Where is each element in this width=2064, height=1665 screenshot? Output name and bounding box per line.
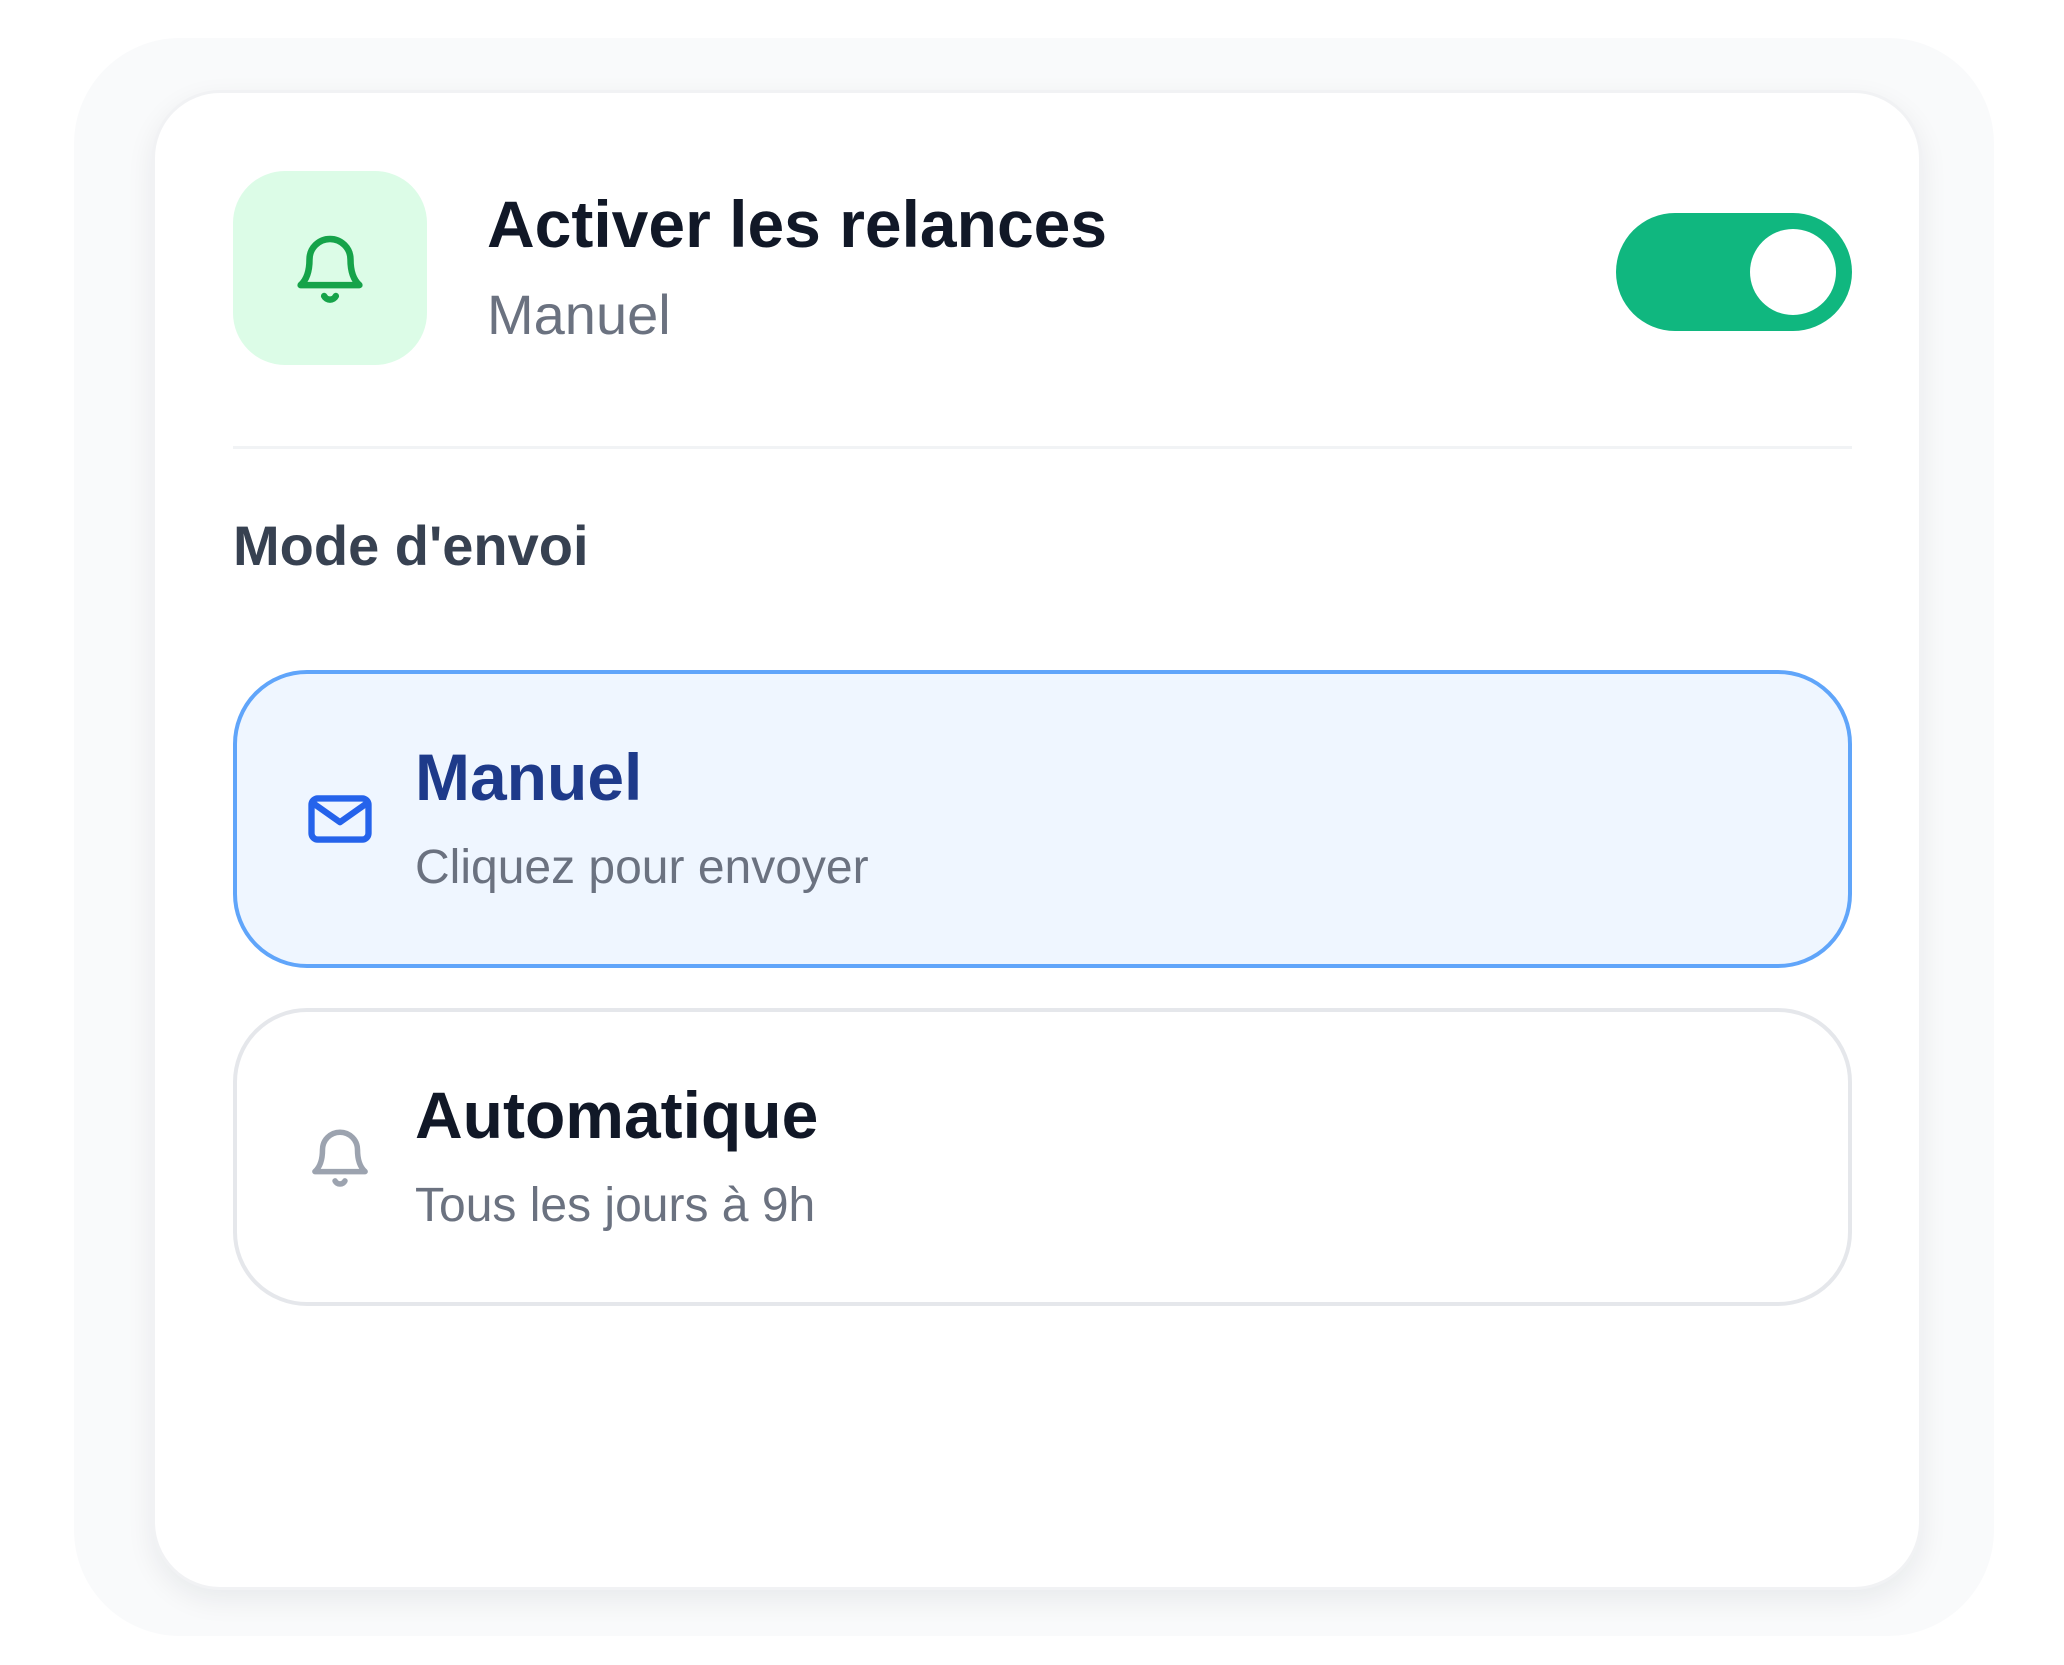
toggle-knob[interactable] (1750, 229, 1836, 315)
page-title: Activer les relances (487, 187, 1108, 261)
option-manual[interactable]: Manuel Cliquez pour envoyer (233, 670, 1852, 968)
current-mode-subtitle: Manuel (487, 283, 671, 346)
reminder-settings-card: Activer les relances Manuel Mode d'envoi… (152, 90, 1922, 1590)
option-icon-container (295, 774, 385, 864)
option-manual-title: Manuel (415, 740, 643, 814)
mail-icon (308, 795, 372, 843)
header-icon-container (233, 171, 427, 365)
option-icon-container (295, 1112, 385, 1202)
bell-icon (312, 1129, 368, 1187)
option-automatic-description: Tous les jours à 9h (415, 1179, 816, 1232)
bell-icon (297, 235, 363, 303)
divider (233, 446, 1852, 449)
option-automatic[interactable]: Automatique Tous les jours à 9h (233, 1008, 1852, 1306)
option-manual-description: Cliquez pour envoyer (415, 841, 869, 894)
reminders-toggle[interactable] (1616, 213, 1852, 331)
option-automatic-title: Automatique (415, 1078, 819, 1152)
send-mode-label: Mode d'envoi (233, 514, 589, 577)
